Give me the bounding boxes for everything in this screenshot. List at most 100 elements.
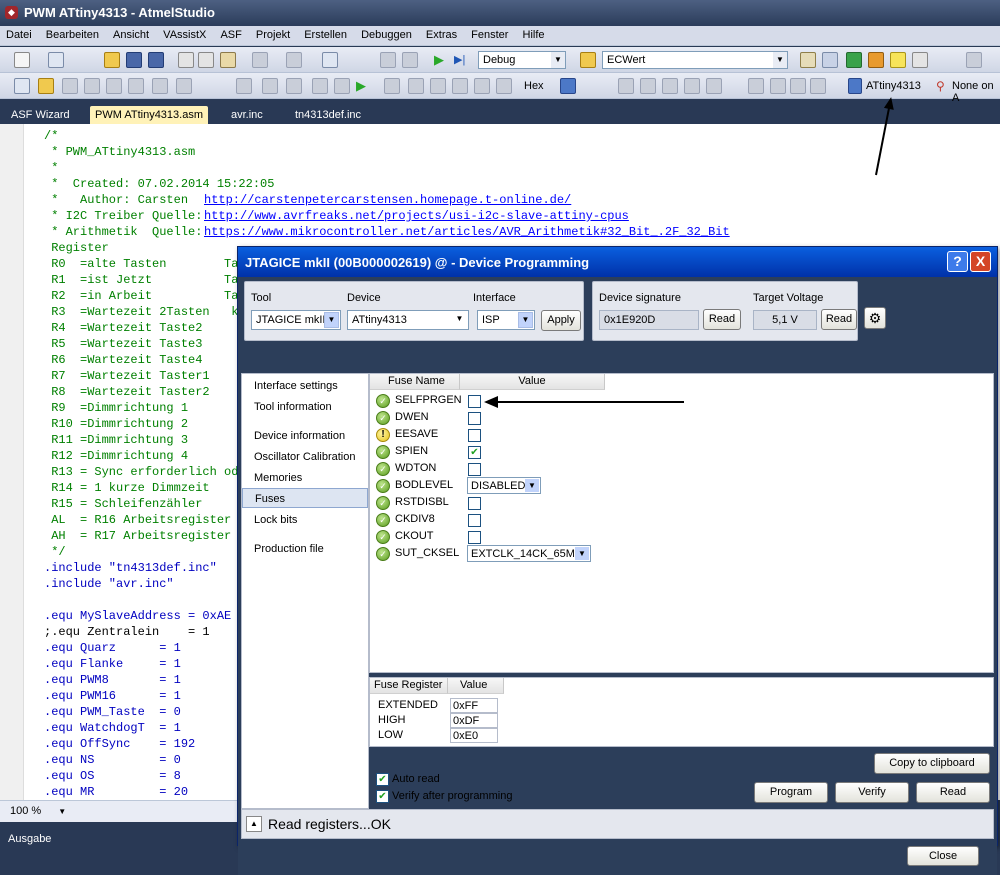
registers-icon[interactable] [474, 78, 490, 94]
menu-asf[interactable]: ASF [214, 26, 246, 41]
fuse-select[interactable]: DISABLED ▼ [467, 477, 541, 494]
stop-icon[interactable] [262, 78, 278, 94]
open-folder-icon[interactable] [104, 52, 120, 68]
zoom-control[interactable]: 100 % ▼ [0, 800, 240, 822]
step-icon[interactable] [106, 78, 122, 94]
solution-explorer-icon[interactable] [800, 52, 816, 68]
nav-device-information[interactable]: Device information [242, 426, 368, 446]
cut-icon[interactable] [178, 52, 194, 68]
verify-button[interactable]: Verify [835, 782, 909, 803]
menu-vassistx[interactable]: VAssistX [157, 26, 211, 41]
read-voltage-button[interactable]: Read [821, 309, 857, 330]
interface-select[interactable]: ISP ▼ [477, 310, 535, 330]
menu-datei[interactable]: Datei [0, 26, 37, 41]
tool-selector[interactable]: None on A [952, 80, 1000, 104]
redo-icon[interactable] [286, 52, 302, 68]
settings-gear-icon[interactable]: ⚙ [864, 307, 886, 329]
fuse-checkbox[interactable] [468, 395, 481, 408]
eeprom-icon[interactable] [684, 78, 700, 94]
program-button[interactable]: Program [754, 782, 828, 803]
list-icon[interactable] [790, 78, 806, 94]
copy-icon[interactable] [198, 52, 214, 68]
read-fuses-button[interactable]: Read [916, 782, 990, 803]
flash-icon[interactable] [662, 78, 678, 94]
reset-icon[interactable] [408, 78, 424, 94]
register-value[interactable]: 0xE0 [450, 728, 498, 743]
tab-asf-wizard[interactable]: ASF Wizard [6, 106, 75, 124]
menu-hilfe[interactable]: Hilfe [517, 26, 550, 41]
hex-toggle[interactable]: Hex [524, 80, 544, 92]
step-over-icon[interactable] [128, 78, 144, 94]
menu-bearbeiten[interactable]: Bearbeiten [40, 26, 104, 41]
tool-icon[interactable]: ⚲ [936, 78, 946, 94]
show-next-statement-icon[interactable] [312, 78, 328, 94]
nav-fuses[interactable]: Fuses [242, 488, 368, 508]
nav-interface-settings[interactable]: Interface settings [242, 376, 368, 396]
fuse-checkbox[interactable] [468, 429, 481, 442]
menu-fenster[interactable]: Fenster [465, 26, 513, 41]
code-link[interactable]: http://www.avrfreaks.net/projects/usi-i2… [204, 208, 629, 224]
menu-debuggen[interactable]: Debuggen [355, 26, 417, 41]
restart-icon[interactable] [286, 78, 302, 94]
code-link[interactable]: https://www.mikrocontroller.net/articles… [204, 224, 730, 240]
pause-icon[interactable] [236, 78, 252, 94]
device-select[interactable]: ATtiny4313 ▼ [347, 310, 469, 330]
configuration-select[interactable]: Debug ▼ [478, 51, 566, 69]
nav-production-file[interactable]: Production file [242, 539, 368, 559]
fuse-checkbox[interactable] [468, 497, 481, 510]
find-icon[interactable] [402, 52, 418, 68]
processor-icon[interactable] [706, 78, 722, 94]
read-signature-button[interactable]: Read [703, 309, 741, 330]
tool-select[interactable]: JTAGICE mkII ▼ [251, 310, 341, 330]
search-input[interactable]: ECWert ▼ [602, 51, 788, 69]
register-value[interactable]: 0xFF [450, 698, 498, 713]
view-icon[interactable] [810, 78, 826, 94]
command-window-icon[interactable] [912, 52, 928, 68]
breakpoint-icon[interactable] [430, 78, 446, 94]
object-browser-icon[interactable] [868, 52, 884, 68]
fuse-select[interactable]: EXTCLK_14CK_65MS ▼ [467, 545, 591, 562]
code-link[interactable]: http://carstenpetercarstensen.homepage.t… [204, 192, 571, 208]
layout-icon[interactable] [966, 52, 982, 68]
nav-memories[interactable]: Memories [242, 468, 368, 488]
close-button[interactable]: Close [907, 846, 979, 866]
device-selector[interactable]: ATtiny4313 [866, 80, 921, 92]
start-debugging-icon[interactable]: ▶ [434, 52, 450, 68]
menu-erstellen[interactable]: Erstellen [298, 26, 352, 41]
continue-icon[interactable]: ▶ [356, 78, 372, 94]
fuse-checkbox[interactable] [468, 531, 481, 544]
nav-oscillator-calibration[interactable]: Oscillator Calibration [242, 447, 368, 467]
fuse-checkbox[interactable] [468, 412, 481, 425]
tab-avr-inc[interactable]: avr.inc [226, 106, 268, 124]
output-icon[interactable] [770, 78, 786, 94]
start-without-debugging-icon[interactable]: ▶| [454, 52, 470, 68]
nav-tool-information[interactable]: Tool information [242, 397, 368, 417]
auto-read-checkbox[interactable]: ✔ [376, 773, 389, 786]
watch-icon[interactable] [176, 78, 192, 94]
nav-lock-bits[interactable]: Lock bits [242, 510, 368, 530]
tab-tn4313def-inc[interactable]: tn4313def.inc [290, 106, 366, 124]
settings-icon[interactable] [62, 78, 78, 94]
io-view-icon[interactable] [618, 78, 634, 94]
close-x-button[interactable]: X [970, 251, 991, 272]
new-project-icon[interactable] [14, 52, 30, 68]
step-into-icon[interactable] [334, 78, 350, 94]
fuse-checkbox[interactable]: ✔ [468, 446, 481, 459]
fuse-checkbox[interactable] [468, 514, 481, 527]
paste-icon[interactable] [220, 52, 236, 68]
chevron-up-icon[interactable]: ▲ [246, 816, 262, 832]
toolbox-icon[interactable] [846, 52, 862, 68]
run-to-cursor-icon[interactable] [84, 78, 100, 94]
navigate-icon[interactable] [322, 52, 338, 68]
copy-to-clipboard-button[interactable]: Copy to clipboard [874, 753, 990, 774]
bookmark-icon[interactable] [38, 78, 54, 94]
register-value[interactable]: 0xDF [450, 713, 498, 728]
memory-icon[interactable] [496, 78, 512, 94]
add-item-icon[interactable] [48, 52, 64, 68]
ram-icon[interactable] [640, 78, 656, 94]
windows-icon[interactable] [560, 78, 576, 94]
disassembly-icon[interactable] [452, 78, 468, 94]
comment-icon[interactable] [14, 78, 30, 94]
apply-button[interactable]: Apply [541, 310, 581, 331]
tab-pwm-asm[interactable]: PWM ATtiny4313.asm [90, 106, 208, 124]
